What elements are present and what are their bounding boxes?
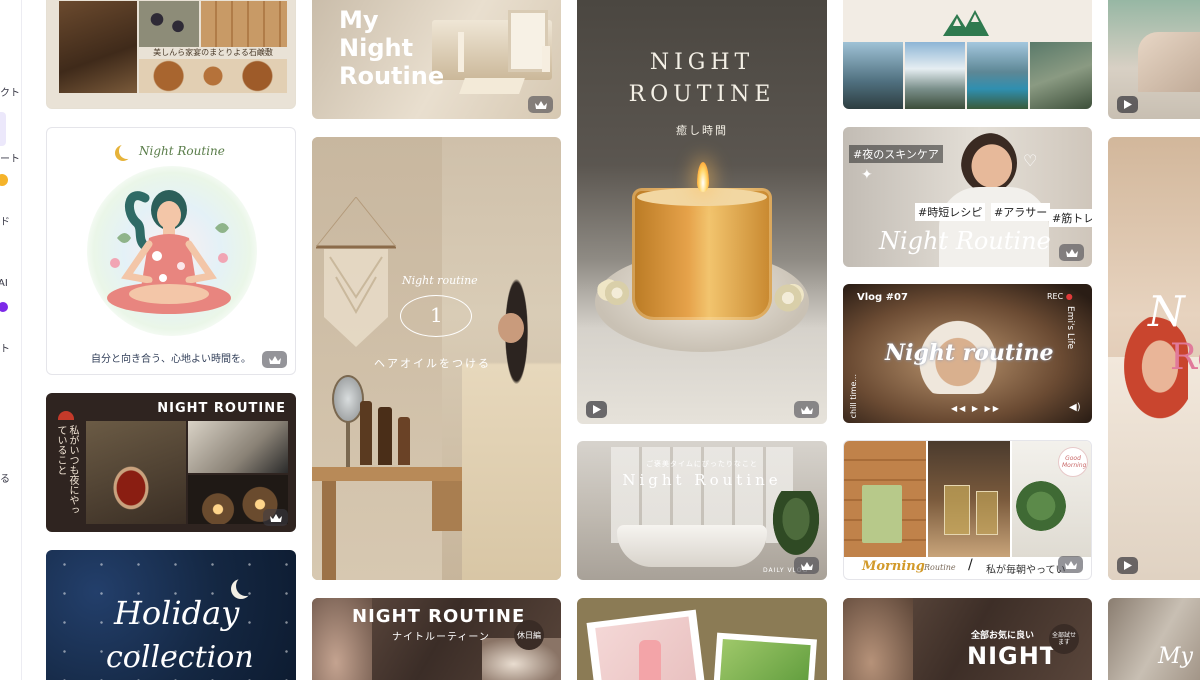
rec-dot-icon: ● bbox=[1065, 292, 1073, 301]
morning-title-small: Routine bbox=[924, 563, 956, 572]
template-card-food-collage[interactable]: 美しんら家宴のまとりよる石鹸敷 bbox=[46, 0, 296, 109]
night-jp-subtitle: ナイトルーティーン bbox=[392, 632, 490, 643]
dark-tea-side-text: 私がいつも夜にやっていること bbox=[55, 425, 78, 515]
sidebar-item-label[interactable]: ド bbox=[0, 213, 10, 228]
template-card-skincare[interactable]: #夜のスキンケア #時短レシピ #アラサー #筋トレ Night Routine… bbox=[843, 127, 1092, 267]
template-card-morning[interactable]: Good Morning Morning Routine / 私が毎朝やってい bbox=[843, 440, 1092, 580]
template-card-hair-oil[interactable]: Night routine 1 ヘアオイルをつける bbox=[312, 137, 561, 580]
template-card-mountains[interactable] bbox=[843, 0, 1092, 109]
bottom-night-badge-text: 全部試せます bbox=[1052, 632, 1077, 646]
crescent-moon-icon bbox=[236, 576, 256, 596]
dark-tea-title: NIGHT ROUTINE bbox=[157, 401, 286, 416]
premium-badge-icon bbox=[0, 174, 8, 186]
sidebar-item-label[interactable]: ト bbox=[0, 340, 10, 355]
bathtub-title: Night Routine bbox=[622, 471, 782, 489]
template-card-vlog[interactable]: Vlog #07 REC ● Emi's Life chill time... … bbox=[843, 284, 1092, 423]
bottom-night-title: NIGHT bbox=[967, 642, 1058, 670]
crown-icon bbox=[794, 557, 819, 574]
play-icon[interactable] bbox=[1117, 96, 1138, 113]
candle-subtitle: 癒し時間 bbox=[676, 124, 728, 137]
macrame-wall-hanging bbox=[316, 197, 396, 347]
sidebar-active-indicator bbox=[0, 112, 6, 146]
bathtub-top-text: ご褒美タイムにぴったりなこと bbox=[646, 460, 758, 468]
heart-icon: ♡ bbox=[1023, 151, 1038, 170]
holiday-line2: collection bbox=[106, 640, 254, 675]
template-card-partial-right-tall[interactable]: N Ro bbox=[1108, 137, 1200, 580]
media-controls-icon: ◀◀ ▶ ▶▶ bbox=[951, 404, 1001, 413]
vlog-rec: REC ● bbox=[1047, 292, 1073, 301]
holiday-line1: Holiday bbox=[114, 594, 240, 632]
template-card-partial-bottom-right[interactable]: My bbox=[1108, 598, 1200, 680]
good-morning-badge-text: Good Morning bbox=[1062, 455, 1087, 469]
play-icon[interactable] bbox=[1117, 557, 1138, 574]
crown-icon bbox=[262, 351, 287, 368]
template-card-meditation[interactable]: Night Routine 自分と向き合う、心地よい時間を。 bbox=[46, 127, 296, 375]
bottom-night-top-text: 全部お気に良い bbox=[971, 631, 1035, 641]
template-card-products[interactable] bbox=[577, 598, 827, 680]
hair-oil-number: 1 bbox=[430, 303, 443, 327]
skincare-title: Night Routine bbox=[879, 227, 1051, 255]
night-jp-title: NIGHT ROUTINE bbox=[352, 606, 526, 627]
sidebar-item-label[interactable]: AI bbox=[0, 278, 8, 289]
template-card-candle[interactable]: NIGHT ROUTINE 癒し時間 bbox=[577, 0, 827, 424]
lamp-icon bbox=[58, 411, 74, 420]
template-card-dark-tea[interactable]: NIGHT ROUTINE 私がいつも夜にやっていること bbox=[46, 393, 296, 532]
my-night-line2: Night bbox=[339, 34, 414, 62]
template-card-night-routine-jp[interactable]: NIGHT ROUTINE ナイトルーティーン 休日編 bbox=[312, 598, 561, 680]
left-sidebar: クト ート ド AI ト る bbox=[0, 0, 22, 680]
food-caption: 美しんら家宴のまとりよる石鹸敷 bbox=[153, 48, 273, 57]
partial-bottom-title: My bbox=[1158, 644, 1193, 669]
meditation-caption: 自分と向き合う、心地よい時間を。 bbox=[91, 354, 251, 365]
play-icon[interactable] bbox=[586, 401, 607, 418]
skincare-tag2: #時短レシピ bbox=[915, 203, 986, 221]
good-morning-badge: Good Morning bbox=[1058, 447, 1088, 477]
skincare-tag3: #アラサー bbox=[991, 203, 1051, 221]
crown-icon bbox=[528, 96, 553, 113]
bottom-night-badge: 全部試せます bbox=[1049, 624, 1079, 654]
vlog-side-text: Emi's Life bbox=[1065, 306, 1075, 350]
vlog-rec-text: REC bbox=[1047, 292, 1064, 301]
volume-icon: ◀) bbox=[1069, 402, 1081, 413]
mountain-logo-icon bbox=[943, 10, 989, 36]
template-card-partial-top-right[interactable] bbox=[1108, 0, 1200, 119]
morning-caption: 私が毎朝やってい bbox=[986, 565, 1066, 576]
candle-flame-icon bbox=[697, 162, 709, 192]
my-night-line1: My bbox=[339, 6, 379, 34]
vlog-title: Night routine bbox=[885, 340, 1054, 366]
vlog-label: Vlog #07 bbox=[857, 292, 908, 303]
hair-oil-script: Night routine bbox=[402, 274, 478, 287]
skincare-tag1: #夜のスキンケア bbox=[849, 145, 943, 163]
sparkle-icon: ✦ bbox=[861, 167, 873, 183]
hair-oil-caption: ヘアオイルをつける bbox=[374, 357, 491, 370]
partial-right-title1: N bbox=[1148, 287, 1185, 336]
crown-icon bbox=[1059, 244, 1084, 261]
morning-title-script: Morning bbox=[862, 559, 925, 574]
template-card-bottom-night[interactable]: 全部お気に良い NIGHT 全部試せます bbox=[843, 598, 1092, 680]
template-card-holiday[interactable]: Holiday collection bbox=[46, 550, 296, 680]
template-card-bathtub[interactable]: ご褒美タイムにぴったりなこと Night Routine DAILY VLOG bbox=[577, 441, 827, 580]
partial-right-title2: Ro bbox=[1170, 337, 1200, 378]
sidebar-item-label[interactable]: ート bbox=[0, 150, 20, 165]
template-card-my-night-routine[interactable]: My Night Routine bbox=[312, 0, 561, 119]
crown-icon bbox=[1058, 556, 1083, 573]
skincare-tag4: #筋トレ bbox=[1049, 209, 1092, 227]
candle-title-line1: NIGHT bbox=[649, 50, 755, 75]
sidebar-item-label[interactable]: クト bbox=[0, 84, 20, 99]
ai-dot-icon bbox=[0, 302, 8, 312]
night-jp-badge: 休日編 bbox=[514, 620, 544, 650]
my-night-line3: Routine bbox=[339, 62, 445, 90]
crown-icon bbox=[794, 401, 819, 418]
meditating-woman-illustration bbox=[107, 190, 231, 314]
night-jp-badge-text: 休日編 bbox=[517, 630, 541, 640]
sidebar-item-label[interactable]: る bbox=[0, 470, 10, 485]
crown-icon bbox=[263, 509, 288, 526]
candle-title-line2: ROUTINE bbox=[628, 82, 776, 107]
title-divider: / bbox=[968, 557, 973, 573]
meditation-title: Night Routine bbox=[139, 144, 225, 158]
vlog-left-text: chill time... bbox=[849, 374, 858, 419]
moon-icon bbox=[119, 143, 135, 159]
